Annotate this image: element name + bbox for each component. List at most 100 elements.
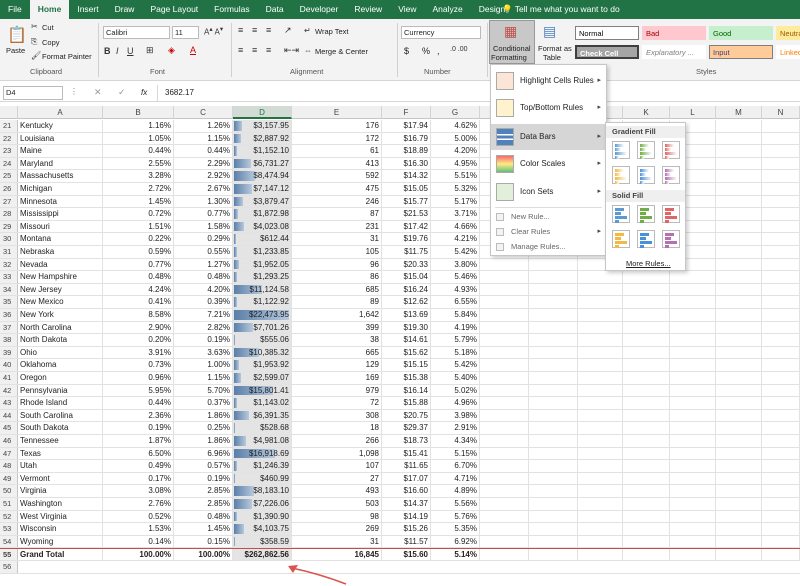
column-header-a[interactable]: A [18, 106, 103, 119]
row-header[interactable]: 55 [0, 549, 18, 560]
menu-item-new-rule[interactable]: New Rule... [491, 210, 606, 224]
row-header[interactable]: 53 [0, 523, 18, 535]
fill-color-icon[interactable]: ◈ [168, 45, 175, 56]
empty-cell[interactable] [578, 485, 623, 497]
cell-e[interactable]: 266 [292, 435, 382, 447]
cell-a[interactable]: Wyoming [18, 535, 103, 548]
empty-cell[interactable] [480, 384, 529, 397]
cell-g[interactable]: 5.42% [431, 246, 480, 258]
row-header[interactable]: 43 [0, 397, 18, 409]
cell-e[interactable]: 592 [292, 170, 382, 182]
cell-c[interactable]: 1.45% [174, 523, 233, 535]
cell-a[interactable]: Michigan [18, 183, 103, 195]
row-header[interactable]: 56 [0, 561, 18, 573]
cell-d[interactable]: $1,293.25 [233, 271, 292, 283]
menu-item-data-bars[interactable]: Data Bars ▸ [491, 124, 606, 150]
empty-cell[interactable] [762, 334, 800, 346]
solid-fill-option-icon[interactable] [662, 205, 680, 223]
cell-d[interactable]: $1,246.39 [233, 460, 292, 472]
cell-c[interactable]: 0.44% [174, 145, 233, 157]
cell-b[interactable]: 2.76% [103, 498, 174, 510]
empty-cell[interactable] [762, 435, 800, 447]
empty-cell[interactable] [762, 523, 800, 535]
empty-cell[interactable] [529, 283, 578, 296]
empty-cell[interactable] [670, 435, 716, 447]
empty-cell[interactable] [529, 523, 578, 535]
cell-f[interactable]: $16.24 [382, 283, 431, 296]
cell-d[interactable]: $528.68 [233, 422, 292, 434]
cell-g[interactable]: 5.56% [431, 498, 480, 510]
tab-developer[interactable]: Developer [292, 0, 347, 19]
cell-f[interactable]: $14.19 [382, 510, 431, 523]
empty-cell[interactable] [529, 346, 578, 359]
cell-e[interactable]: 96 [292, 258, 382, 271]
cell-d[interactable]: $1,390.90 [233, 510, 292, 523]
copy-button[interactable]: Copy [42, 38, 60, 47]
empty-cell[interactable] [529, 422, 578, 434]
row-header[interactable]: 33 [0, 271, 18, 283]
cell-c[interactable]: 1.58% [174, 220, 233, 233]
cell-d[interactable]: $555.06 [233, 334, 292, 346]
empty-cell[interactable] [716, 170, 762, 182]
cell-a[interactable]: Pennsylvania [18, 384, 103, 397]
tab-file[interactable]: File [0, 0, 30, 19]
empty-cell[interactable] [480, 283, 529, 296]
empty-cell[interactable] [716, 447, 762, 460]
style-linked[interactable]: Linked [776, 45, 800, 59]
empty-cell[interactable] [762, 120, 800, 132]
empty-cell[interactable] [716, 132, 762, 145]
empty-cell[interactable] [480, 397, 529, 409]
row-header[interactable]: 27 [0, 195, 18, 208]
empty-cell[interactable] [716, 485, 762, 497]
cell-e[interactable]: 169 [292, 372, 382, 384]
italic-icon[interactable]: I [116, 46, 119, 56]
cell-b[interactable]: 0.20% [103, 334, 174, 346]
empty-cell[interactable] [623, 485, 670, 497]
empty-cell[interactable] [716, 309, 762, 321]
empty-cell[interactable] [762, 549, 800, 560]
cell-f[interactable]: $15.15 [382, 359, 431, 371]
cell-d[interactable]: $7,226.06 [233, 498, 292, 510]
cell-d[interactable]: $1,152.10 [233, 145, 292, 157]
cell-f[interactable]: $16.14 [382, 384, 431, 397]
cell-g[interactable]: 3.98% [431, 409, 480, 422]
cell-e[interactable]: 308 [292, 409, 382, 422]
cell-a[interactable]: Nebraska [18, 246, 103, 258]
cut-button[interactable]: Cut [42, 23, 54, 32]
align-middle-icon[interactable]: ≡ [252, 25, 257, 35]
empty-cell[interactable] [716, 246, 762, 258]
cell-c[interactable]: 0.25% [174, 422, 233, 434]
cell-g[interactable]: 5.32% [431, 183, 480, 195]
cell-b[interactable]: 0.52% [103, 510, 174, 523]
align-right-icon[interactable]: ≡ [266, 45, 271, 55]
empty-cell[interactable] [623, 510, 670, 523]
empty-cell[interactable] [762, 384, 800, 397]
cell-c[interactable]: 1.86% [174, 435, 233, 447]
cell-f[interactable]: $15.60 [382, 549, 431, 560]
empty-cell[interactable] [480, 296, 529, 308]
empty-cell[interactable] [762, 296, 800, 308]
empty-cell[interactable] [623, 309, 670, 321]
cell-a[interactable]: Massachusetts [18, 170, 103, 182]
cell-d[interactable]: $3,879.47 [233, 195, 292, 208]
cell-a[interactable]: Vermont [18, 472, 103, 485]
gradient-fill-option-icon[interactable] [662, 166, 680, 184]
cell-d[interactable]: $4,023.08 [233, 220, 292, 233]
cell-g[interactable]: 4.20% [431, 145, 480, 157]
cell-f[interactable]: $18.89 [382, 145, 431, 157]
cell-e[interactable]: 98 [292, 510, 382, 523]
empty-cell[interactable] [480, 549, 529, 560]
empty-cell[interactable] [623, 397, 670, 409]
empty-cell[interactable] [529, 334, 578, 346]
cell-d[interactable]: $1,122.92 [233, 296, 292, 308]
empty-cell[interactable] [670, 498, 716, 510]
formula-input[interactable]: 3682.17 [165, 88, 194, 97]
row-header[interactable]: 34 [0, 283, 18, 296]
cell-d[interactable]: $612.44 [233, 233, 292, 245]
cell-g[interactable]: 6.55% [431, 296, 480, 308]
empty-cell[interactable] [578, 372, 623, 384]
cell-g[interactable]: 4.34% [431, 435, 480, 447]
cell-b[interactable]: 2.55% [103, 157, 174, 170]
cell-e[interactable]: 16,845 [292, 549, 382, 560]
empty-cell[interactable] [716, 145, 762, 157]
